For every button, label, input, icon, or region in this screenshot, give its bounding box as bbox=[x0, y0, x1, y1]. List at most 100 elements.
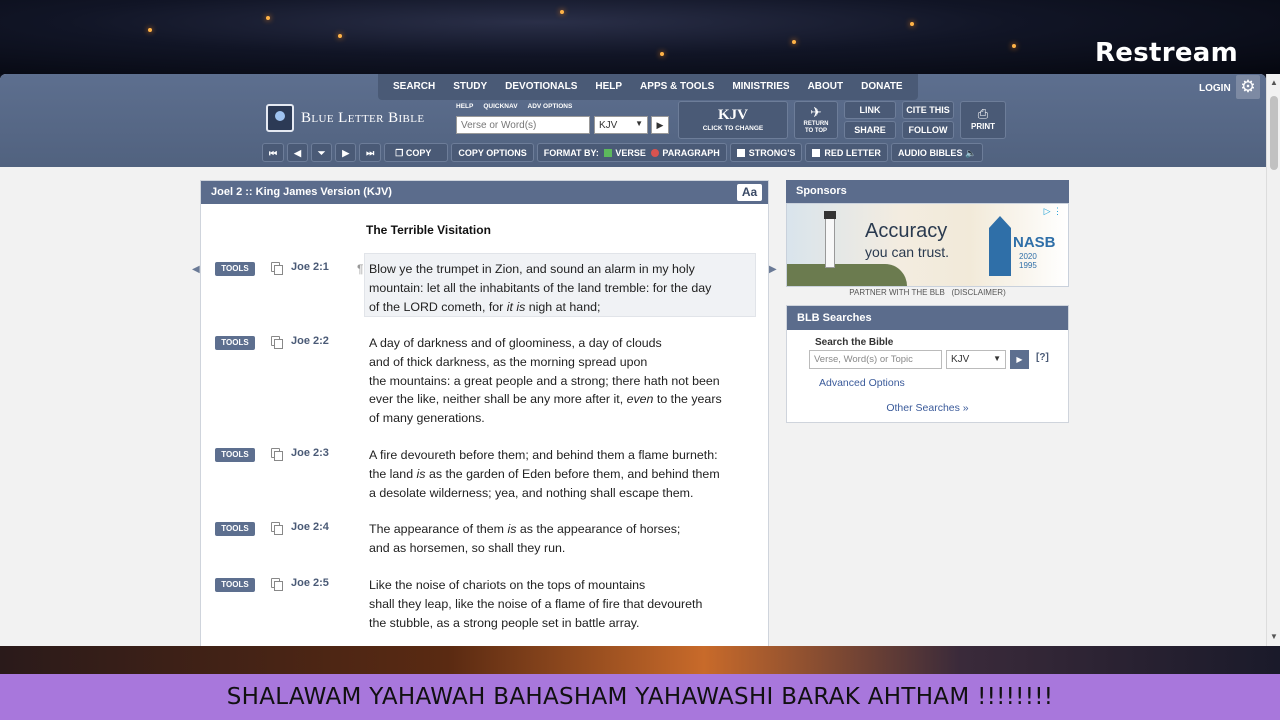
strongs-checkbox[interactable] bbox=[736, 149, 745, 157]
sponsors-title: Sponsors bbox=[786, 180, 1069, 203]
partner-link[interactable]: PARTNER WITH THE BLB bbox=[849, 288, 945, 297]
return-label-2: TO TOP bbox=[804, 128, 828, 134]
other-searches-link[interactable]: Other Searches » bbox=[787, 402, 1068, 414]
copy-icon[interactable] bbox=[271, 336, 283, 349]
blb-searches-panel: BLB Searches Search the Bible Verse, Wor… bbox=[786, 305, 1069, 423]
spark bbox=[560, 10, 564, 14]
return-to-top-button[interactable]: ✈ RETURN TO TOP bbox=[794, 101, 838, 139]
adv-options-link[interactable]: ADV OPTIONS bbox=[528, 103, 573, 110]
paragraph-radio[interactable] bbox=[651, 149, 660, 157]
link-button[interactable]: LINK bbox=[844, 101, 896, 119]
stream-background-top: Restream bbox=[0, 0, 1280, 74]
nav-about[interactable]: ABOUT bbox=[799, 74, 853, 100]
font-size-button[interactable]: Aa bbox=[737, 184, 762, 201]
tools-button[interactable]: TOOLS bbox=[215, 448, 255, 462]
first-chapter-button[interactable]: ⏮ bbox=[262, 143, 285, 162]
audio-label: AUDIO BIBLES bbox=[897, 148, 963, 158]
nav-study[interactable]: STUDY bbox=[444, 74, 496, 100]
copy-icon[interactable] bbox=[271, 578, 283, 591]
sponsor-ad[interactable]: Accuracy you can trust. NASB 2020 1995 ▷… bbox=[786, 203, 1069, 287]
logo-text: Blue Letter Bible bbox=[301, 109, 425, 126]
site-logo[interactable]: Blue Letter Bible bbox=[266, 104, 425, 132]
print-button[interactable]: ⎙ PRINT bbox=[960, 101, 1006, 139]
help-link[interactable]: HELP bbox=[456, 103, 473, 110]
reader-toolbar: ⏮ ◀ ⏷ ▶ ⏭ ❐ COPY COPY OPTIONS FORMAT BY:… bbox=[262, 143, 984, 163]
top-nav: SEARCH STUDY DEVOTIONALS HELP APPS & TOO… bbox=[378, 74, 918, 100]
nav-ministries[interactable]: MINISTRIES bbox=[723, 74, 798, 100]
red-letter-toggle[interactable]: RED LETTER bbox=[805, 143, 888, 162]
copy-icon[interactable] bbox=[271, 522, 283, 535]
strongs-toggle[interactable]: STRONG'S bbox=[729, 143, 803, 162]
search-help-link[interactable]: [?] bbox=[1036, 352, 1049, 363]
browser-page: SEARCH STUDY DEVOTIONALS HELP APPS & TOO… bbox=[0, 74, 1266, 646]
adchoices-icon[interactable]: ▷ ⋮ bbox=[1044, 206, 1062, 217]
nav-search[interactable]: SEARCH bbox=[384, 74, 444, 100]
chapter-title: Joel 2 :: King James Version (KJV) bbox=[211, 186, 392, 198]
verse-ref[interactable]: Joe 2:1 bbox=[291, 261, 329, 273]
verse-label: VERSE bbox=[615, 148, 646, 158]
red-letter-label: RED LETTER bbox=[824, 148, 881, 158]
last-chapter-button[interactable]: ⏭ bbox=[359, 143, 382, 162]
verse-radio[interactable] bbox=[604, 149, 613, 157]
nav-apps-tools[interactable]: APPS & TOOLS bbox=[631, 74, 723, 100]
version-select[interactable]: KJV ▼ bbox=[594, 116, 648, 134]
advanced-options-link[interactable]: Advanced Options bbox=[819, 377, 905, 389]
next-chapter-button[interactable]: ▶ bbox=[335, 143, 357, 162]
paragraph-label: PARAGRAPH bbox=[662, 148, 720, 158]
verse-ref[interactable]: Joe 2:5 bbox=[291, 577, 329, 589]
verse-search-input[interactable]: Verse or Word(s) bbox=[456, 116, 590, 134]
verse-ref[interactable]: Joe 2:3 bbox=[291, 447, 329, 459]
spark bbox=[266, 16, 270, 20]
search-go-button[interactable]: ▶ bbox=[651, 116, 669, 134]
share-button[interactable]: SHARE bbox=[844, 121, 896, 139]
return-label-1: RETURN bbox=[803, 121, 829, 127]
tools-button[interactable]: TOOLS bbox=[215, 522, 255, 536]
follow-button[interactable]: FOLLOW bbox=[902, 121, 954, 139]
chapter-menu-button[interactable]: ⏷ bbox=[311, 143, 333, 162]
searches-title: BLB Searches bbox=[787, 306, 1068, 330]
prev-chapter-button[interactable]: ◀ bbox=[287, 143, 309, 162]
pilcrow-icon: ¶ bbox=[357, 262, 364, 276]
page-scrollbar[interactable]: ▲ ▼ bbox=[1266, 74, 1280, 646]
bible-search-input[interactable]: Verse, Word(s) or Topic bbox=[809, 350, 942, 369]
scroll-up-icon[interactable]: ▲ bbox=[1269, 78, 1279, 88]
version-label: KJV bbox=[718, 107, 748, 123]
spark bbox=[1012, 44, 1016, 48]
verse-text: A fire devoureth before them; and behind… bbox=[369, 448, 720, 500]
verse-ref[interactable]: Joe 2:4 bbox=[291, 521, 329, 533]
copy-options-button[interactable]: COPY OPTIONS bbox=[451, 143, 534, 162]
nav-help[interactable]: HELP bbox=[586, 74, 631, 100]
cite-button[interactable]: CITE THIS bbox=[902, 101, 954, 119]
sidebar-search-go-button[interactable]: ▶ bbox=[1010, 350, 1029, 369]
verse-text: Blow ye the trumpet in Zion, and sound a… bbox=[369, 262, 712, 314]
verse-ref[interactable]: Joe 2:2 bbox=[291, 335, 329, 347]
prev-page-arrow-icon[interactable]: ◀ bbox=[192, 264, 200, 275]
verse-text: Like the noise of chariots on the tops o… bbox=[369, 578, 703, 630]
scroll-thumb[interactable] bbox=[1270, 96, 1278, 170]
copy-icon[interactable] bbox=[271, 262, 283, 275]
section-heading: The Terrible Visitation bbox=[366, 223, 491, 237]
copy-button[interactable]: ❐ COPY bbox=[384, 143, 449, 162]
sidebar-version-value: KJV bbox=[951, 354, 970, 365]
copy-icon[interactable] bbox=[271, 448, 283, 461]
red-letter-checkbox[interactable] bbox=[812, 149, 821, 157]
sidebar-version-select[interactable]: KJV ▼ bbox=[946, 350, 1006, 369]
sponsors-panel: Sponsors Accuracy you can trust. NASB 20… bbox=[786, 180, 1069, 298]
tools-button[interactable]: TOOLS bbox=[215, 578, 255, 592]
nav-devotionals[interactable]: DEVOTIONALS bbox=[496, 74, 586, 100]
quicknav-link[interactable]: QUICKNAV bbox=[483, 103, 517, 110]
next-page-arrow-icon[interactable]: ▶ bbox=[769, 264, 777, 275]
version-hint: CLICK TO CHANGE bbox=[702, 125, 764, 132]
printer-icon: ⎙ bbox=[977, 106, 989, 121]
audio-bibles-button[interactable]: AUDIO BIBLES 🔈 bbox=[890, 143, 984, 162]
login-link[interactable]: LOGIN bbox=[1199, 83, 1231, 94]
tools-button[interactable]: TOOLS bbox=[215, 336, 255, 350]
scroll-down-icon[interactable]: ▼ bbox=[1269, 632, 1279, 642]
nav-donate[interactable]: DONATE bbox=[852, 74, 911, 100]
caret-down-icon: ▼ bbox=[993, 354, 1001, 363]
tools-button[interactable]: TOOLS bbox=[215, 262, 255, 276]
plane-icon: ✈ bbox=[810, 104, 822, 120]
version-change-button[interactable]: KJV CLICK TO CHANGE bbox=[678, 101, 788, 139]
disclaimer-link[interactable]: (DISCLAIMER) bbox=[952, 288, 1006, 297]
gear-icon[interactable]: ⚙ bbox=[1236, 75, 1260, 99]
